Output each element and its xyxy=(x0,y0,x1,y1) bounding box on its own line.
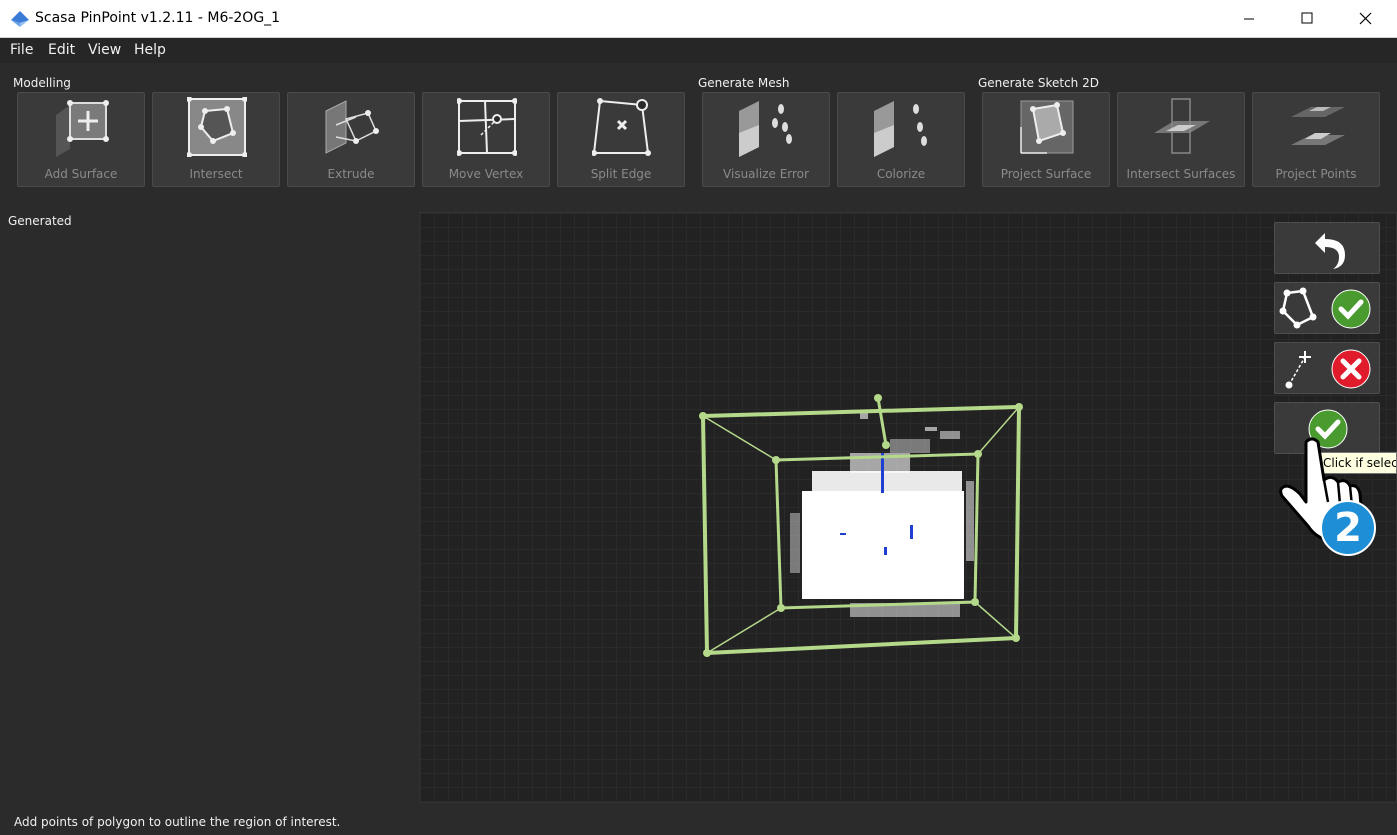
tool-label: Add Surface xyxy=(44,167,118,181)
confirm-polygon-button[interactable] xyxy=(1274,282,1380,334)
menu-edit[interactable]: Edit xyxy=(48,42,75,58)
tool-label: Visualize Error xyxy=(723,167,809,181)
intersect-button[interactable]: Intersect xyxy=(152,92,280,187)
move-vertex-button[interactable]: Move Vertex xyxy=(422,92,550,187)
tool-label: Intersect xyxy=(189,167,243,181)
project-points-button[interactable]: Project Points xyxy=(1252,92,1380,187)
3d-viewport[interactable] xyxy=(419,212,1397,803)
vertex-cancel-icon xyxy=(1285,349,1371,389)
minimize-button[interactable] xyxy=(1220,0,1278,38)
tool-label: Project Points xyxy=(1275,167,1357,181)
menu-bar: File Edit View Help xyxy=(0,38,1397,63)
add-surface-button[interactable]: Add Surface xyxy=(17,92,145,187)
extrude-icon xyxy=(325,100,379,154)
undo-icon xyxy=(1315,233,1345,269)
menu-view[interactable]: View xyxy=(88,42,121,58)
cancel-vertex-button[interactable] xyxy=(1274,342,1380,394)
project-points-icon xyxy=(1291,107,1345,145)
tool-label: Move Vertex xyxy=(448,167,524,181)
tool-label: Colorize xyxy=(876,167,926,181)
menu-file[interactable]: File xyxy=(10,42,33,58)
group-label-modelling: Modelling xyxy=(13,76,71,90)
intersect-surfaces-icon xyxy=(1154,98,1210,154)
menu-help[interactable]: Help xyxy=(134,42,166,58)
tool-label: Project Surface xyxy=(1000,167,1092,181)
add-surface-icon xyxy=(56,100,109,157)
group-label-generate-mesh: Generate Mesh xyxy=(698,76,790,90)
visualize-error-icon xyxy=(739,101,792,157)
colorize-button[interactable]: Colorize xyxy=(837,92,965,187)
tool-label: Extrude xyxy=(327,167,375,181)
project-surface-button[interactable]: Project Surface xyxy=(982,92,1110,187)
split-edge-button[interactable]: Split Edge xyxy=(557,92,685,187)
window-title: Scasa PinPoint v1.2.11 - M6-2OG_1 xyxy=(35,10,281,26)
tool-label: Split Edge xyxy=(590,167,652,181)
polygon-confirm-icon xyxy=(1279,287,1371,329)
extrude-button[interactable]: Extrude xyxy=(287,92,415,187)
visualize-error-button[interactable]: Visualize Error xyxy=(702,92,830,187)
toolbar: Modelling Generate Mesh Generate Sketch … xyxy=(0,63,1397,193)
point-cloud xyxy=(790,413,974,617)
status-message: Add points of polygon to outline the reg… xyxy=(14,815,341,829)
point-cloud-scene xyxy=(699,394,1023,657)
step-badge: 2 xyxy=(1320,500,1376,556)
group-label-generate-sketch: Generate Sketch 2D xyxy=(978,76,1099,90)
title-bar: Scasa PinPoint v1.2.11 - M6-2OG_1 xyxy=(0,0,1397,38)
intersect-icon xyxy=(187,97,247,157)
project-surface-icon xyxy=(1020,100,1074,154)
close-button[interactable] xyxy=(1336,0,1394,38)
maximize-icon xyxy=(1301,12,1313,24)
tool-label: Intersect Surfaces xyxy=(1126,167,1236,181)
minimize-icon xyxy=(1244,18,1254,20)
undo-button[interactable] xyxy=(1274,222,1380,274)
colorize-icon xyxy=(874,101,927,157)
move-vertex-icon xyxy=(457,98,517,156)
generated-panel-title: Generated xyxy=(8,214,72,228)
split-edge-icon xyxy=(592,98,651,156)
status-bar: Add points of polygon to outline the reg… xyxy=(0,812,1397,835)
maximize-button[interactable] xyxy=(1278,0,1336,38)
close-icon xyxy=(1359,12,1372,25)
intersect-surfaces-button[interactable]: Intersect Surfaces xyxy=(1117,92,1245,187)
app-logo-icon xyxy=(11,11,29,27)
